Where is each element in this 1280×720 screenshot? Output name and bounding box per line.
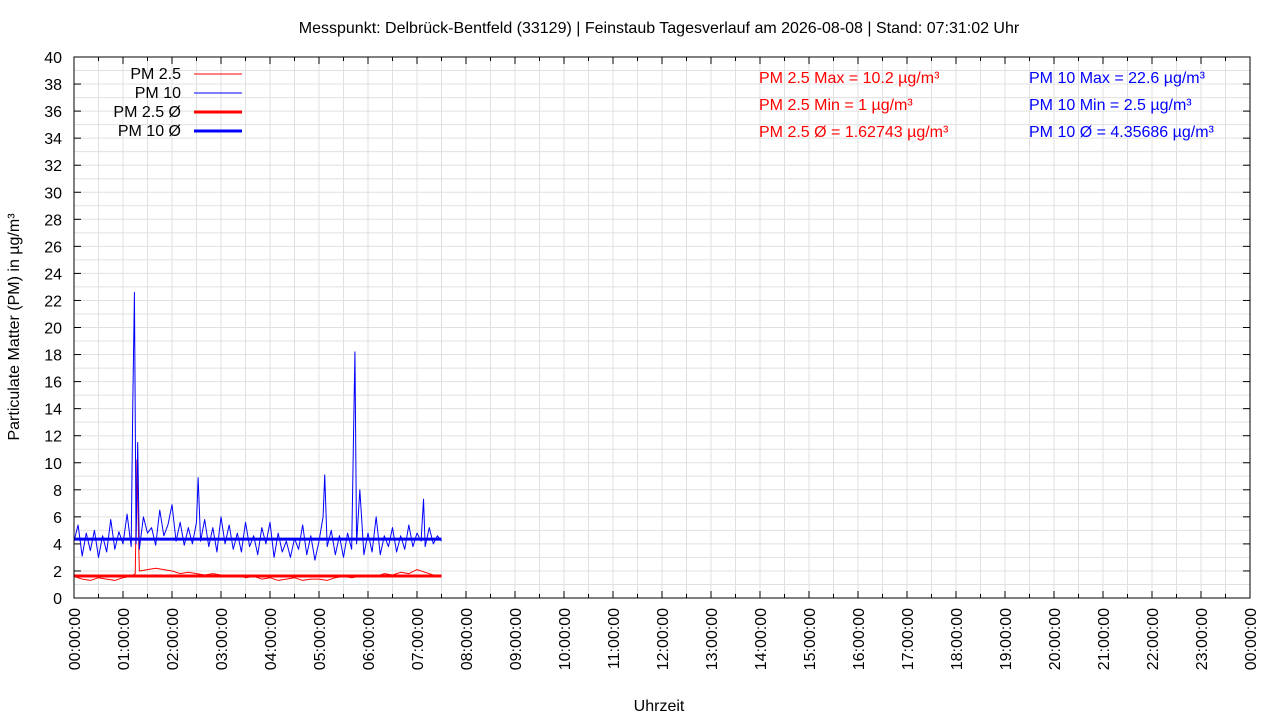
x-tick-label: 16:00:00 bbox=[851, 608, 868, 670]
x-tick-label: 09:00:00 bbox=[508, 608, 525, 670]
y-tick-label: 16 bbox=[44, 375, 62, 392]
stat-pm10-max: PM 10 Max = 22.6 µg/m³ bbox=[1029, 70, 1206, 87]
y-tick-label: 2 bbox=[53, 564, 62, 581]
x-tick-label: 13:00:00 bbox=[704, 608, 721, 670]
y-tick-label: 20 bbox=[44, 321, 62, 338]
x-tick-label: 07:00:00 bbox=[410, 608, 427, 670]
x-tick-label: 02:00:00 bbox=[165, 608, 182, 670]
x-tick-label: 06:00:00 bbox=[361, 608, 378, 670]
y-tick-label: 36 bbox=[44, 104, 62, 121]
y-axis-label: Particulate Matter (PM) in µg/m³ bbox=[6, 213, 23, 441]
y-tick-label: 8 bbox=[53, 483, 62, 500]
x-tick-label: 17:00:00 bbox=[900, 608, 917, 670]
x-tick-label: 00:00:00 bbox=[67, 608, 84, 670]
y-tick-label: 30 bbox=[44, 185, 62, 202]
y-tick-label: 24 bbox=[44, 266, 62, 283]
legend-label-pm10-avg: PM 10 Ø bbox=[118, 123, 181, 140]
x-tick-label: 15:00:00 bbox=[802, 608, 819, 670]
y-tick-label: 0 bbox=[53, 591, 62, 608]
y-tick-label: 22 bbox=[44, 293, 62, 310]
x-tick-label: 19:00:00 bbox=[998, 608, 1015, 670]
x-tick-label: 04:00:00 bbox=[263, 608, 280, 670]
stat-pm25-max: PM 2.5 Max = 10.2 µg/m³ bbox=[759, 70, 940, 87]
x-tick-label: 22:00:00 bbox=[1145, 608, 1162, 670]
x-tick-label: 23:00:00 bbox=[1194, 608, 1211, 670]
stat-pm10-min: PM 10 Min = 2.5 µg/m³ bbox=[1029, 97, 1192, 114]
chart-title: Messpunkt: Delbrück-Bentfeld (33129) | F… bbox=[299, 20, 1020, 37]
y-tick-label: 14 bbox=[44, 402, 62, 419]
y-tick-label: 18 bbox=[44, 348, 62, 365]
chart-canvas: Messpunkt: Delbrück-Bentfeld (33129) | F… bbox=[0, 0, 1280, 720]
y-tick-label: 4 bbox=[53, 537, 62, 554]
x-axis-label: Uhrzeit bbox=[634, 698, 685, 715]
x-tick-label: 10:00:00 bbox=[557, 608, 574, 670]
x-tick-label: 14:00:00 bbox=[753, 608, 770, 670]
stat-pm10-avg: PM 10 Ø = 4.35686 µg/m³ bbox=[1029, 124, 1215, 141]
y-tick-label: 26 bbox=[44, 239, 62, 256]
legend-label-pm25: PM 2.5 bbox=[130, 66, 181, 83]
x-tick-label: 11:00:00 bbox=[606, 608, 623, 669]
stat-pm25-avg: PM 2.5 Ø = 1.62743 µg/m³ bbox=[759, 124, 949, 141]
y-tick-label: 6 bbox=[53, 510, 62, 527]
x-tick-label: 12:00:00 bbox=[655, 608, 672, 670]
y-tick-label: 12 bbox=[44, 429, 62, 446]
y-tick-label: 38 bbox=[44, 77, 62, 94]
y-tick-label: 40 bbox=[44, 50, 62, 67]
x-tick-label: 03:00:00 bbox=[214, 608, 231, 670]
y-tick-label: 28 bbox=[44, 212, 62, 229]
legend-label-pm25-avg: PM 2.5 Ø bbox=[113, 104, 181, 121]
x-tick-label: 21:00:00 bbox=[1096, 608, 1113, 670]
legend-label-pm10: PM 10 bbox=[135, 85, 181, 102]
x-tick-label: 01:00:00 bbox=[116, 608, 133, 670]
x-tick-label: 20:00:00 bbox=[1047, 608, 1064, 670]
y-tick-label: 10 bbox=[44, 456, 62, 473]
x-tick-label: 00:00:00 bbox=[1243, 608, 1260, 670]
x-tick-label: 18:00:00 bbox=[949, 608, 966, 670]
y-tick-label: 34 bbox=[44, 131, 62, 148]
stat-pm25-min: PM 2.5 Min = 1 µg/m³ bbox=[759, 97, 913, 114]
y-tick-label: 32 bbox=[44, 158, 62, 175]
x-tick-label: 05:00:00 bbox=[312, 608, 329, 670]
x-tick-label: 08:00:00 bbox=[459, 608, 476, 670]
